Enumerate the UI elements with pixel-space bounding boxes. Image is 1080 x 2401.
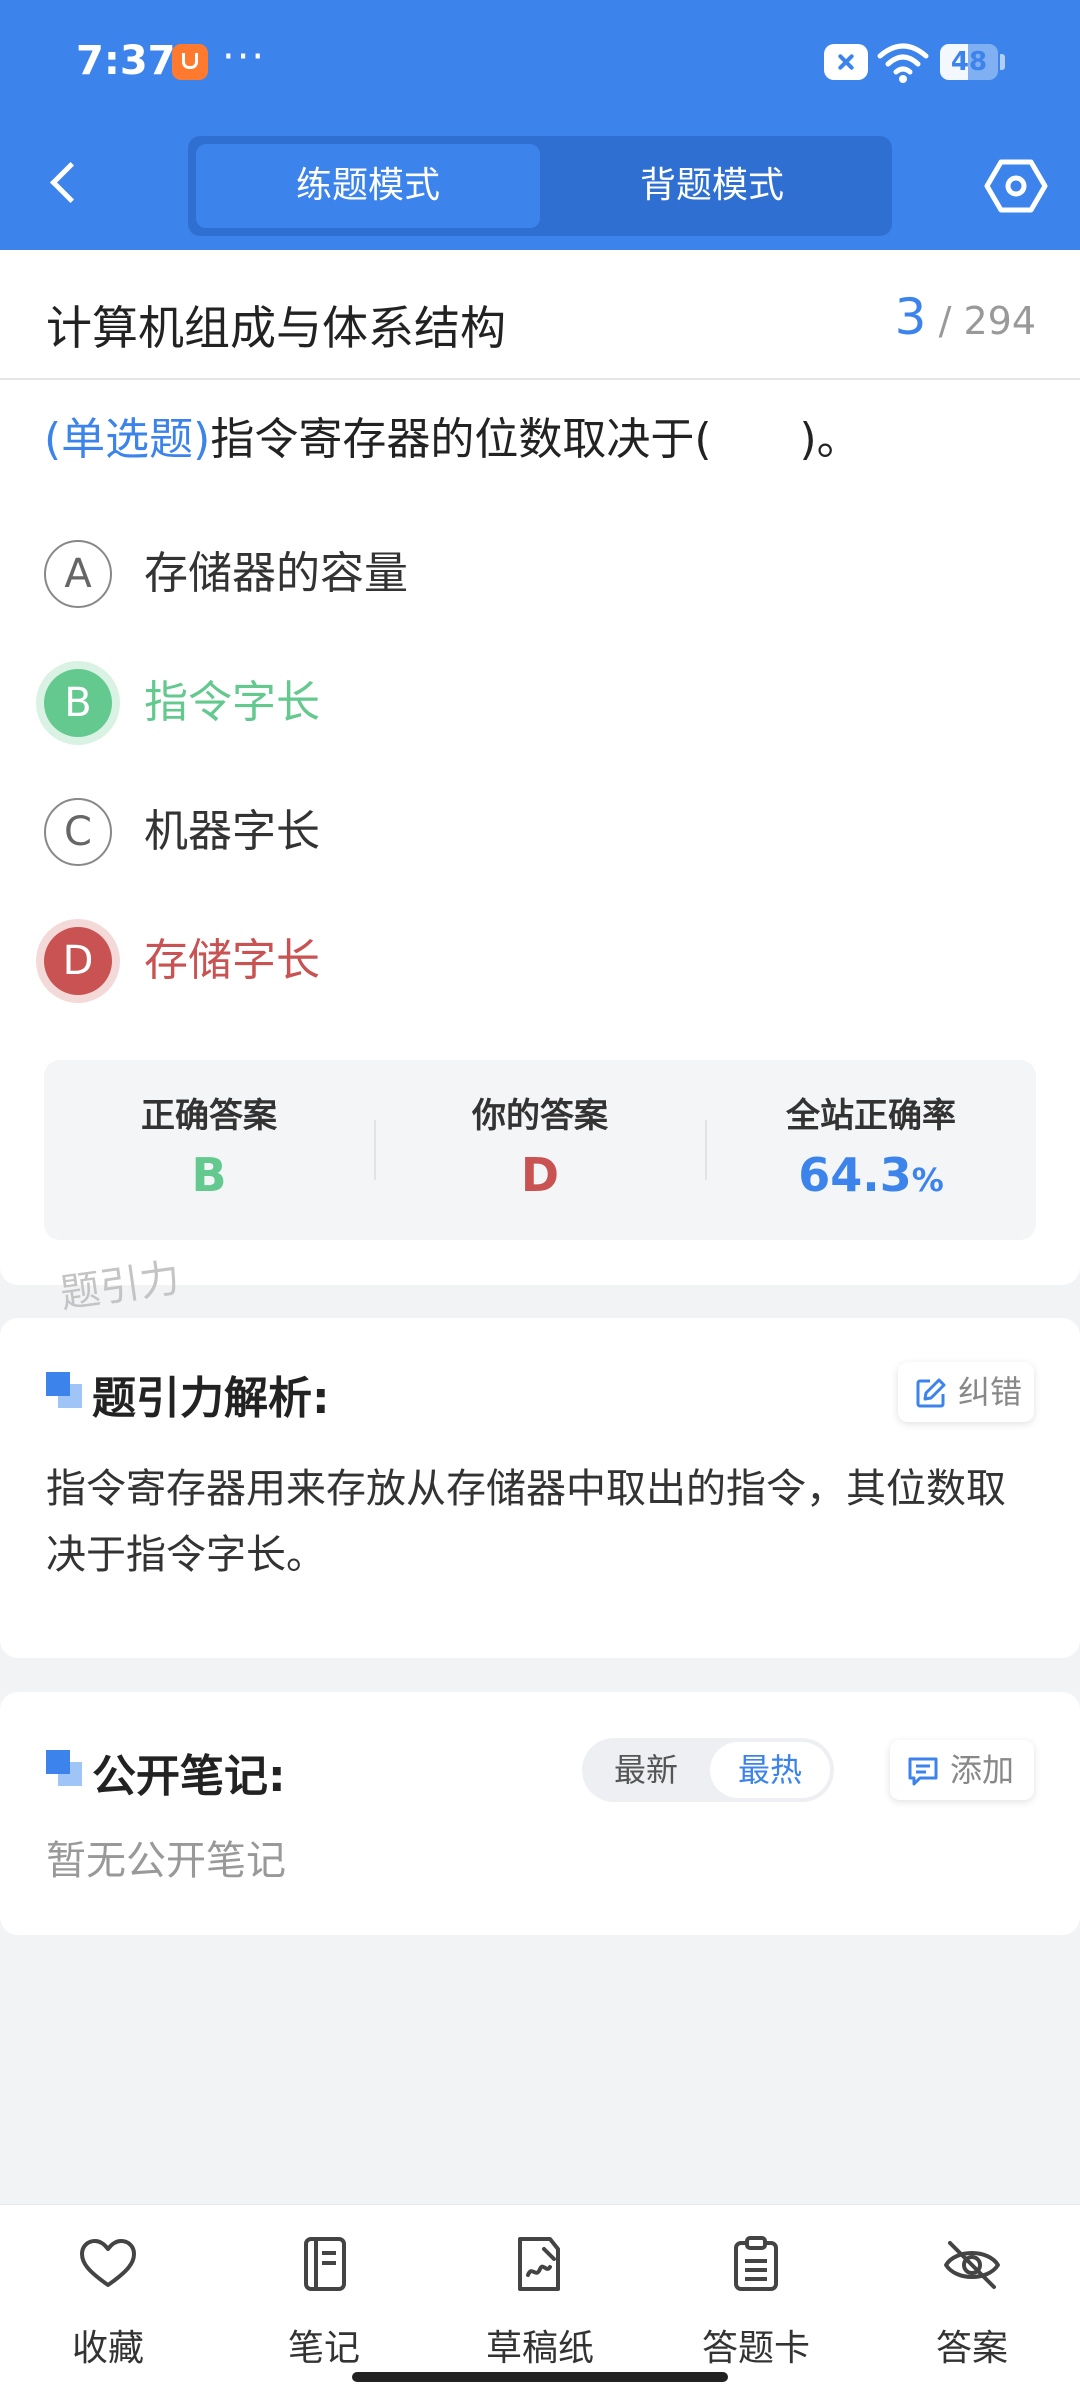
subject-title: 计算机组成与体系结构 — [46, 301, 506, 355]
question-stem: 指令寄存器的位数取决于( )。 — [210, 414, 861, 465]
eye-off-icon — [944, 2241, 1000, 2289]
add-note-label: 添加 — [950, 1751, 1015, 1789]
toggle-answer-button[interactable]: 答案 — [902, 2227, 1042, 2377]
toggle-answer-label: 答案 — [935, 2328, 1008, 2369]
favorite-button[interactable]: 收藏 — [38, 2227, 178, 2377]
question-type-label: (单选题) — [44, 414, 211, 465]
option-text: 机器字长 — [144, 806, 320, 857]
accuracy-number: 64.3 — [798, 1148, 912, 1202]
question-card: 计算机组成与体系结构 3 / 294 (单选题)指令寄存器的位数取决于( )。 … — [0, 250, 1080, 1285]
analysis-text: 指令寄存器用来存放从存储器中取出的指令，其位数取决于指令字长。 — [46, 1466, 1006, 1578]
public-notes-title: 公开笔记: — [92, 1751, 286, 1802]
notes-button[interactable]: 笔记 — [254, 2227, 394, 2377]
wifi-icon — [877, 43, 929, 83]
correct-answer-label: 正确答案 — [141, 1096, 277, 1136]
answer-summary-panel: 正确答案 B 你的答案 D 全站正确率 64.3% — [44, 1060, 1036, 1240]
accuracy-unit: % — [911, 1161, 944, 1199]
your-answer-label: 你的答案 — [472, 1096, 608, 1136]
status-bar: 7:37 ··· 48 — [0, 0, 1080, 120]
your-answer-block: 你的答案 D — [375, 1060, 705, 1240]
empty-notes-text: 暂无公开笔记 — [46, 1838, 286, 1884]
tab-memorize-mode[interactable]: 背题模式 — [540, 144, 884, 228]
correct-answer-block: 正确答案 B — [44, 1060, 374, 1240]
notes-label: 笔记 — [287, 2328, 360, 2369]
sort-newest[interactable]: 最新 — [586, 1742, 706, 1798]
shopping-app-icon — [172, 44, 208, 80]
draft-icon — [518, 2237, 560, 2291]
question-text: (单选题)指令寄存器的位数取决于( )。 — [44, 410, 1044, 470]
site-accuracy-label: 全站正确率 — [786, 1096, 956, 1136]
site-accuracy-block: 全站正确率 64.3% — [706, 1060, 1036, 1240]
favorite-label: 收藏 — [71, 2328, 144, 2369]
divider — [0, 378, 1080, 380]
option-letter: D — [44, 927, 112, 995]
top-header: 7:37 ··· 48 练题模式 背题模式 — [0, 0, 1080, 250]
public-notes-card: 公开笔记: 最新 最热 添加 暂无公开笔记 — [0, 1692, 1080, 1935]
edit-icon — [916, 1378, 946, 1408]
sort-hottest[interactable]: 最热 — [710, 1742, 830, 1798]
current-question-number: 3 — [894, 288, 927, 346]
your-answer-value: D — [520, 1148, 560, 1202]
answer-sheet-label: 答题卡 — [701, 2328, 810, 2369]
settings-hexagon-icon[interactable] — [984, 156, 1048, 216]
comment-icon — [908, 1757, 938, 1786]
draft-paper-label: 草稿纸 — [485, 2328, 594, 2369]
answer-sheet-icon — [734, 2236, 778, 2291]
analysis-title: 题引力解析: — [92, 1373, 330, 1424]
option-b-correct[interactable]: B 指令字长 — [44, 665, 1044, 745]
notebook-icon — [304, 2237, 346, 2291]
option-text: 指令字长 — [144, 677, 320, 728]
report-error-label: 纠错 — [958, 1373, 1023, 1411]
answer-sheet-button[interactable]: 答题卡 — [686, 2227, 826, 2377]
question-counter: 3 / 294 — [895, 288, 1036, 346]
more-notifications-icon: ··· — [222, 34, 267, 80]
back-arrow-icon[interactable] — [40, 158, 90, 210]
no-sim-icon — [824, 44, 868, 80]
option-text: 存储器的容量 — [144, 548, 408, 599]
section-squares-icon — [46, 1372, 82, 1408]
option-d-wrong[interactable]: D 存储字长 — [44, 923, 1044, 1003]
option-letter: C — [44, 798, 112, 866]
option-c[interactable]: C 机器字长 — [44, 794, 1044, 874]
option-letter: B — [44, 669, 112, 737]
tab-practice-mode[interactable]: 练题模式 — [196, 144, 540, 228]
option-text: 存储字长 — [144, 935, 320, 986]
home-indicator — [352, 2372, 728, 2382]
battery-level: 48 — [950, 47, 988, 77]
status-time: 7:37 — [76, 38, 176, 84]
correct-answer-value: B — [191, 1148, 227, 1202]
analysis-card: 题引力解析: 纠错 指令寄存器用来存放从存储器中取出的指令，其位数取决于指令字长… — [0, 1318, 1080, 1658]
heart-icon — [80, 2239, 136, 2287]
notes-sort-toggle: 最新 最热 — [582, 1738, 834, 1802]
add-note-button[interactable]: 添加 — [890, 1740, 1034, 1800]
total-questions: / 294 — [938, 299, 1036, 343]
option-letter: A — [44, 540, 112, 608]
section-squares-icon — [46, 1750, 82, 1786]
battery-tip — [1000, 54, 1005, 70]
report-error-button[interactable]: 纠错 — [898, 1362, 1034, 1422]
option-a[interactable]: A 存储器的容量 — [44, 536, 1044, 616]
mode-switch: 练题模式 背题模式 — [188, 136, 892, 236]
battery-icon: 48 — [940, 44, 998, 80]
draft-paper-button[interactable]: 草稿纸 — [470, 2227, 610, 2377]
site-accuracy-value: 64.3% — [706, 1148, 1036, 1202]
